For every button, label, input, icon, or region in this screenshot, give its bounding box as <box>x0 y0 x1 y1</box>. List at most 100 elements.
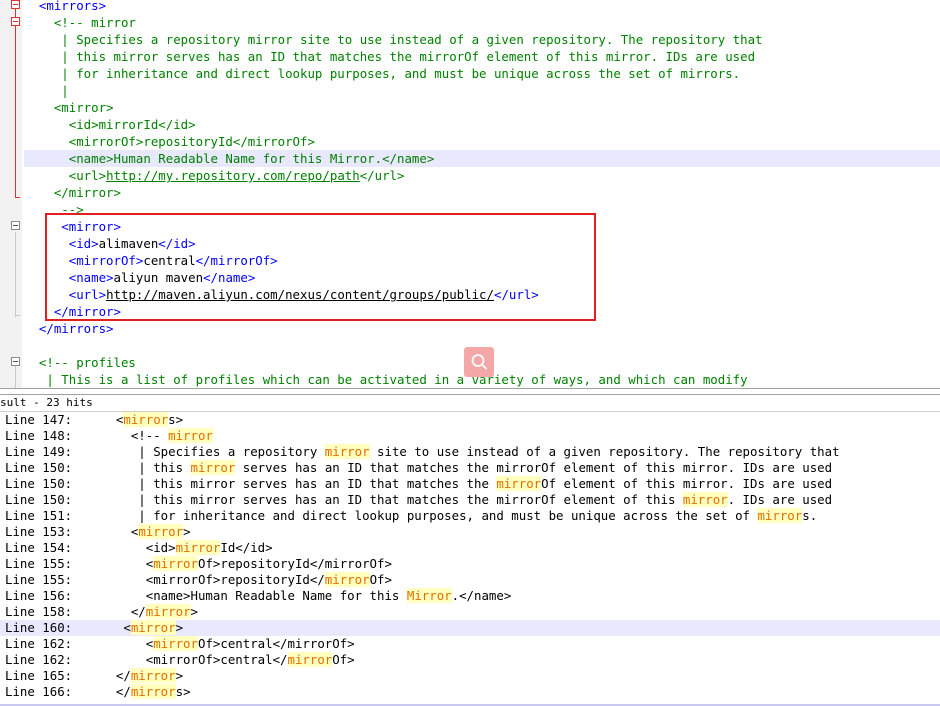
code-line[interactable]: <url>http://my.repository.com/repo/path<… <box>24 167 940 184</box>
code-line[interactable]: <mirrors> <box>24 0 940 14</box>
result-text: | this mirror serves has an ID that matc… <box>101 476 832 492</box>
result-text: </mirror> <box>101 668 183 684</box>
code-line[interactable]: <name>aliyun maven</name> <box>24 269 940 286</box>
search-match: mirror <box>682 492 728 507</box>
result-text-fragment: <!-- <box>101 428 169 443</box>
fold-toggle-icon[interactable] <box>11 17 20 26</box>
url-link[interactable]: http://maven.aliyun.com/nexus/content/gr… <box>106 287 494 302</box>
search-result-row[interactable]: Line 158: </mirror> <box>0 604 940 620</box>
code-line[interactable]: </mirror> <box>24 184 940 201</box>
search-result-row[interactable]: Line 147: <mirrors> <box>0 412 940 428</box>
result-text-fragment: </ <box>101 684 131 699</box>
fold-margin <box>0 0 22 388</box>
code-line[interactable]: </mirrors> <box>24 320 940 337</box>
code-token: --> <box>24 202 84 217</box>
code-line[interactable]: <id>alimaven</id> <box>24 235 940 252</box>
search-result-row[interactable]: Line 162: <mirrorOf>central</mirrorOf> <box>0 636 940 652</box>
code-token: <mirror> <box>24 219 121 234</box>
fold-guide <box>15 232 16 317</box>
code-line[interactable]: --> <box>24 201 940 218</box>
code-token: | This is a list of profiles which can b… <box>24 372 748 387</box>
search-result-row[interactable]: Line 149: | Specifies a repository mirro… <box>0 444 940 460</box>
code-editor[interactable]: <mirrors> <!-- mirror | Specifies a repo… <box>0 0 940 388</box>
search-result-row[interactable]: Line 150: | this mirror serves has an ID… <box>0 460 940 476</box>
code-line[interactable]: <id>mirrorId</id> <box>24 116 940 133</box>
code-line[interactable]: | <box>24 82 940 99</box>
search-result-row[interactable]: Line 154: <id>mirrorId</id> <box>0 540 940 556</box>
code-token: alimaven <box>98 236 159 251</box>
result-text-fragment: > <box>175 620 184 635</box>
result-text-fragment: Id</id> <box>220 540 273 555</box>
search-result-row[interactable]: Line 155: <mirrorOf>repositoryId</mirror… <box>0 556 940 572</box>
result-text: </mirrors> <box>101 684 191 700</box>
search-results-pane[interactable]: sult - 23 hits Line 147: <mirrors> Line 1… <box>0 395 940 706</box>
search-match: mirror <box>123 412 169 427</box>
code-line[interactable]: </mirror> <box>24 303 940 320</box>
search-result-row[interactable]: Line 160: <mirror> <box>0 620 940 636</box>
pane-splitter[interactable] <box>0 388 940 395</box>
code-token: <id> <box>24 236 99 251</box>
code-token: <name>Human Readable Name for this Mirro… <box>24 151 435 166</box>
result-line-number: Line 150: <box>5 476 73 491</box>
result-text-fragment: Of> <box>332 652 355 667</box>
code-line[interactable]: <url>http://maven.aliyun.com/nexus/conte… <box>24 286 940 303</box>
search-match: mirror <box>496 476 542 491</box>
fold-toggle-icon[interactable] <box>11 0 20 9</box>
result-text: | for inheritance and direct lookup purp… <box>101 508 817 524</box>
search-match: mirror <box>168 428 213 443</box>
fold-end <box>15 315 20 316</box>
code-line[interactable]: <name>Human Readable Name for this Mirro… <box>24 150 940 167</box>
result-text: <mirrorOf>repositoryId</mirrorOf> <box>101 572 392 588</box>
code-line[interactable]: | for inheritance and direct lookup purp… <box>24 65 940 82</box>
result-text: <mirror> <box>101 620 183 636</box>
search-match: mirror <box>138 524 184 539</box>
code-line[interactable]: <mirrorOf>central</mirrorOf> <box>24 252 940 269</box>
search-result-row[interactable]: Line 166: </mirrors> <box>0 684 940 700</box>
code-token: http://my.repository.com/repo/path <box>106 168 360 183</box>
search-match: mirror <box>324 572 370 587</box>
search-match: mirror <box>324 444 370 459</box>
search-result-row[interactable]: Line 165: </mirror> <box>0 668 940 684</box>
result-text: <mirrorOf>central</mirrorOf> <box>101 636 355 652</box>
search-result-row[interactable]: Line 151: | for inheritance and direct l… <box>0 508 940 524</box>
search-result-row[interactable]: Line 162: <mirrorOf>central</mirrorOf> <box>0 652 940 668</box>
search-results-header: sult - 23 hits <box>0 395 940 412</box>
result-text: | Specifies a repository mirror site to … <box>101 444 840 460</box>
result-text-fragment: < <box>101 412 124 427</box>
code-token: <url> <box>24 287 107 302</box>
search-result-row[interactable]: Line 156: <name>Human Readable Name for … <box>0 588 940 604</box>
result-text-fragment: | this mirror serves has an ID that matc… <box>101 492 683 507</box>
code-line[interactable]: | Specifies a repository mirror site to … <box>24 31 940 48</box>
code-line[interactable]: <mirrorOf>repositoryId</mirrorOf> <box>24 133 940 150</box>
code-token: </url> <box>493 287 539 302</box>
fold-toggle-icon[interactable] <box>11 357 20 366</box>
search-match: mirror <box>130 684 176 699</box>
code-token: </mirrorOf> <box>195 253 278 268</box>
result-text: <mirrorOf>central</mirrorOf> <box>101 652 355 668</box>
result-text-fragment: > <box>190 604 198 619</box>
result-text: <mirrors> <box>101 412 183 428</box>
result-line-number: Line 154: <box>5 540 73 555</box>
result-text-fragment: Of>central</mirrorOf> <box>197 636 355 651</box>
search-icon[interactable] <box>464 347 494 377</box>
code-line[interactable]: <mirror> <box>24 99 940 116</box>
result-text-fragment: site to use instead of a given repositor… <box>369 444 840 459</box>
code-token: | <box>24 83 69 98</box>
code-line[interactable]: <mirror> <box>24 218 940 235</box>
result-line-number: Line 150: <box>5 492 73 507</box>
code-line[interactable]: | this mirror serves has an ID that matc… <box>24 48 940 65</box>
code-token: <mirrors> <box>24 0 107 13</box>
search-result-row[interactable]: Line 148: <!-- mirror <box>0 428 940 444</box>
search-match: mirror <box>175 540 221 555</box>
result-text-fragment: Of> <box>369 572 392 587</box>
search-result-row[interactable]: Line 153: <mirror> <box>0 524 940 540</box>
search-result-row[interactable]: Line 150: | this mirror serves has an ID… <box>0 492 940 508</box>
search-result-row[interactable]: Line 155: <mirrorOf>repositoryId</mirror… <box>0 572 940 588</box>
result-text-fragment: Of element of this mirror. IDs are used <box>541 476 833 491</box>
fold-toggle-icon[interactable] <box>11 221 20 230</box>
code-line[interactable]: <!-- mirror <box>24 14 940 31</box>
result-text: <id>mirrorId</id> <box>101 540 273 556</box>
search-result-row[interactable]: Line 150: | this mirror serves has an ID… <box>0 476 940 492</box>
code-token: </mirror> <box>24 185 121 200</box>
result-text-fragment: < <box>101 620 131 635</box>
